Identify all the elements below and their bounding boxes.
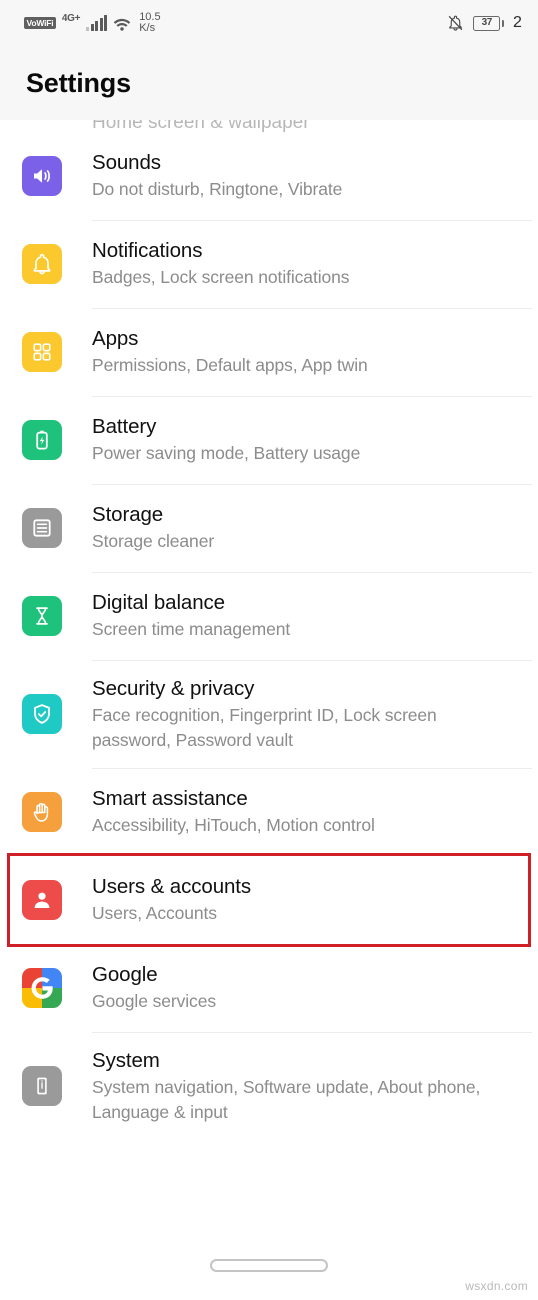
partial-top-row[interactable]: Home screen & wallpaper <box>0 120 538 132</box>
settings-row-battery[interactable]: Battery Power saving mode, Battery usage <box>0 396 538 484</box>
row-title: Google <box>92 963 158 986</box>
battery-indicator: 37 <box>473 15 504 31</box>
row-separator <box>92 396 532 397</box>
row-title: System <box>92 1048 160 1072</box>
speaker-volume-icon <box>22 156 62 196</box>
status-bar-left: VoWiFi 4G+ 10.5 K/s <box>24 10 161 35</box>
row-subtitle: Storage cleaner <box>92 531 215 551</box>
row-text-block: Users & accounts Users, Accounts <box>92 874 512 926</box>
google-g-icon <box>22 968 62 1008</box>
row-text-block: Notifications Badges, Lock screen notific… <box>92 238 522 290</box>
row-title: Battery <box>92 415 157 438</box>
settings-row-google[interactable]: Google Google services <box>0 944 538 1032</box>
row-title: Storage <box>92 503 164 526</box>
row-text-block: Google Google services <box>92 962 522 1014</box>
row-subtitle: Screen time management <box>92 619 291 639</box>
settings-list[interactable]: Home screen & wallpaper Sounds Do not dis… <box>0 120 538 1230</box>
row-separator <box>92 572 532 573</box>
row-title: Users & accounts <box>92 875 252 898</box>
row-separator <box>92 660 532 661</box>
row-text-block: Sounds Do not disturb, Ringtone, Vibrate <box>92 150 522 202</box>
battery-bolt-icon <box>22 420 62 460</box>
row-subtitle: Badges, Lock screen notifications <box>92 267 350 287</box>
watermark: wsxdn.com <box>465 1279 528 1293</box>
settings-row-smart-assistance[interactable]: Smart assistance Accessibility, HiTouch, … <box>0 768 538 856</box>
row-separator <box>92 768 532 769</box>
battery-body: 37 <box>473 15 501 31</box>
settings-row-digital-balance[interactable]: Digital balance Screen time management <box>0 572 538 660</box>
network-generation-label: 4G+ <box>61 12 81 24</box>
page-title: Settings <box>26 67 131 98</box>
row-title: Security & privacy <box>92 676 255 700</box>
row-separator <box>92 308 532 309</box>
phone-info-icon <box>22 1066 62 1106</box>
row-text-block: Security & privacy Face recognition, Fing… <box>92 676 522 753</box>
row-separator <box>92 944 532 945</box>
row-text-block: Storage Storage cleaner <box>92 502 522 554</box>
row-title: Apps <box>92 327 139 350</box>
row-separator <box>92 220 532 221</box>
settings-row-storage[interactable]: Storage Storage cleaner <box>0 484 538 572</box>
row-subtitle: Permissions, Default apps, App twin <box>92 355 368 375</box>
row-text-block: Digital balance Screen time management <box>92 590 522 642</box>
row-title: Notifications <box>92 239 203 262</box>
row-subtitle: Google services <box>92 991 216 1011</box>
row-text-block: Battery Power saving mode, Battery usage <box>92 414 522 466</box>
user-person-icon <box>22 880 62 920</box>
row-text-block: System System navigation, Software update… <box>92 1048 522 1125</box>
row-title: Sounds <box>92 151 161 174</box>
phone-screen: VoWiFi 4G+ 10.5 K/s 37 2 Settings Home s… <box>0 0 538 1300</box>
row-separator <box>92 484 532 485</box>
shield-check-icon <box>22 694 62 734</box>
row-title: Smart assistance <box>92 787 248 810</box>
bell-muted-icon <box>447 14 464 32</box>
row-subtitle: Users, Accounts <box>92 903 217 923</box>
row-subtitle: Face recognition, Fingerprint ID, Lock s… <box>92 704 437 750</box>
row-text-block: Smart assistance Accessibility, HiTouch, … <box>92 786 522 838</box>
bell-icon <box>22 244 62 284</box>
settings-row-sounds[interactable]: Sounds Do not disturb, Ringtone, Vibrate <box>0 132 538 220</box>
storage-drive-icon <box>22 508 62 548</box>
row-subtitle: Power saving mode, Battery usage <box>92 443 361 463</box>
hand-icon <box>22 792 62 832</box>
settings-row-notifications[interactable]: Notifications Badges, Lock screen notific… <box>0 220 538 308</box>
settings-row-system[interactable]: System System navigation, Software update… <box>0 1032 538 1140</box>
hourglass-icon <box>22 596 62 636</box>
clock-partial: 2 <box>513 14 522 31</box>
settings-row-apps[interactable]: Apps Permissions, Default apps, App twin <box>0 308 538 396</box>
title-bar: Settings <box>0 46 538 120</box>
status-bar-right: 37 2 <box>447 14 522 32</box>
row-subtitle: Do not disturb, Ringtone, Vibrate <box>92 179 343 199</box>
row-separator <box>92 1032 532 1033</box>
battery-percent-label: 37 <box>481 17 493 28</box>
network-speed: 10.5 K/s <box>139 10 161 35</box>
partial-top-row-label: Home screen & wallpaper <box>92 120 310 132</box>
signal-bars-icon <box>86 14 108 31</box>
apps-grid-icon <box>22 332 62 372</box>
network-speed-value: 10.5 <box>139 10 161 23</box>
settings-row-security-privacy[interactable]: Security & privacy Face recognition, Fing… <box>0 660 538 768</box>
network-speed-unit: K/s <box>139 22 156 34</box>
wifi-icon <box>113 16 131 32</box>
settings-row-users-accounts[interactable]: Users & accounts Users, Accounts <box>7 853 531 947</box>
row-subtitle: System navigation, Software update, Abou… <box>92 1076 481 1122</box>
status-bar: VoWiFi 4G+ 10.5 K/s 37 2 <box>0 0 538 46</box>
vowifi-badge: VoWiFi <box>24 16 56 30</box>
row-text-block: Apps Permissions, Default apps, App twin <box>92 326 522 378</box>
battery-tip <box>501 19 504 27</box>
home-gesture-pill[interactable] <box>210 1258 328 1272</box>
row-subtitle: Accessibility, HiTouch, Motion control <box>92 815 375 835</box>
navigation-bar <box>0 1230 538 1300</box>
row-title: Digital balance <box>92 591 225 614</box>
